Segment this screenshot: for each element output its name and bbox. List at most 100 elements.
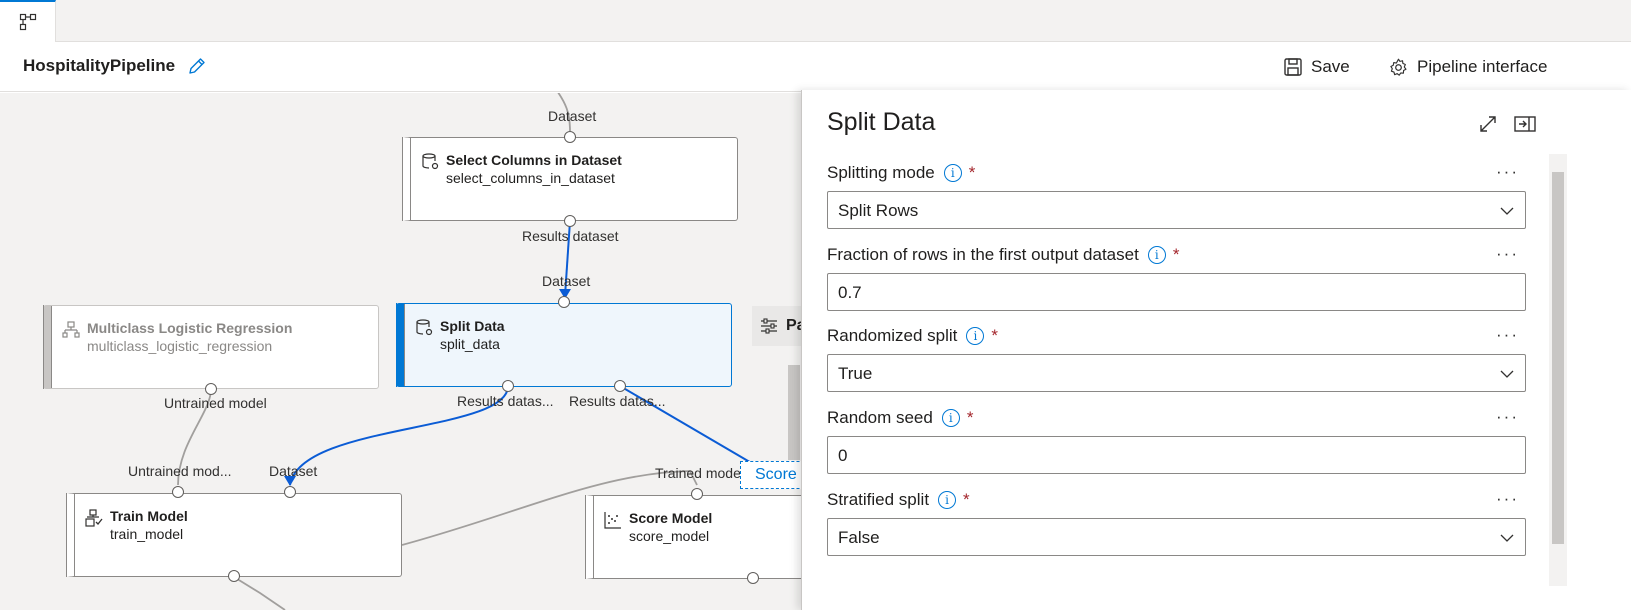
input-port[interactable]: [691, 488, 703, 500]
pipeline-title: HospitalityPipeline: [23, 56, 176, 75]
info-icon[interactable]: i: [1147, 246, 1166, 264]
pipeline-canvas[interactable]: Select Columns in Dataset select_columns…: [0, 93, 833, 610]
input-port[interactable]: [558, 296, 570, 308]
panel-scrollbar[interactable]: [1549, 154, 1567, 586]
train-module-icon: [85, 509, 103, 527]
dataset-module-icon: [422, 153, 439, 170]
randomized-split-label: Randomized split i *: [827, 326, 998, 346]
required-mark: *: [1172, 245, 1180, 264]
sliders-icon: [761, 318, 777, 334]
model-module-icon: [62, 321, 80, 338]
save-icon: [1284, 58, 1302, 76]
gear-icon: [1390, 58, 1407, 76]
output-port[interactable]: [564, 215, 576, 227]
output-port[interactable]: [205, 383, 217, 395]
stratified-split-label: Stratified split i *: [827, 490, 970, 510]
splitting-mode-dropdown[interactable]: Split Rows: [827, 191, 1526, 229]
field-label-text: Randomized split: [827, 326, 958, 345]
info-icon[interactable]: i: [941, 409, 960, 427]
output-port[interactable]: [228, 570, 240, 582]
more-options-button[interactable]: ···: [1496, 489, 1519, 509]
node-title: Select Columns in Dataset: [446, 152, 622, 168]
port-label: Results datas...: [569, 393, 666, 409]
port-label: Dataset: [542, 273, 591, 289]
properties-panel: Split Data Splitting mode i * ··· Split …: [801, 90, 1631, 610]
node-subtitle: score_model: [629, 528, 710, 544]
pipeline-toolbar: HospitalityPipeline Save Pipeline interf…: [0, 42, 1631, 92]
chevron-down-icon: [1500, 370, 1514, 378]
pencil-icon[interactable]: [186, 55, 208, 77]
node-title: Score Model: [629, 510, 713, 526]
required-mark: *: [991, 326, 999, 345]
node-subtitle: train_model: [110, 526, 184, 542]
node-select-columns[interactable]: Select Columns in Dataset select_columns…: [402, 137, 738, 221]
dropdown-value: Split Rows: [838, 201, 919, 220]
pipeline-interface-button[interactable]: Pipeline interface: [1388, 52, 1547, 82]
node-subtitle: select_columns_in_dataset: [446, 170, 615, 186]
fraction-of-rows-input[interactable]: 0.7: [827, 273, 1526, 311]
random-seed-input[interactable]: 0: [827, 436, 1526, 474]
node-subtitle: split_data: [440, 336, 500, 352]
more-options-button[interactable]: ···: [1496, 162, 1519, 182]
pipeline-interface-label: Pipeline interface: [1417, 57, 1548, 76]
required-mark: *: [963, 490, 970, 509]
port-label: Dataset: [269, 463, 318, 479]
output-port[interactable]: [614, 380, 626, 392]
canvas-scroll-region: [788, 365, 800, 460]
dataset-module-icon: [416, 319, 433, 336]
random-seed-label: Random seed i *: [827, 408, 973, 428]
chevron-down-icon: [1500, 534, 1514, 542]
scatter-icon: [604, 512, 621, 529]
input-port[interactable]: [284, 486, 296, 498]
field-label-text: Fraction of rows in the first output dat…: [827, 245, 1139, 264]
more-options-button[interactable]: ···: [1496, 407, 1519, 427]
save-label: Save: [1311, 57, 1350, 76]
info-icon[interactable]: i: [938, 491, 957, 509]
edge-train-out: [233, 576, 286, 610]
field-label-text: Splitting mode: [827, 163, 935, 182]
info-icon[interactable]: i: [943, 164, 962, 182]
dropdown-value: False: [838, 528, 880, 547]
required-mark: *: [968, 163, 976, 182]
port-label: Dataset: [548, 108, 597, 124]
chevron-down-icon: [1500, 207, 1514, 215]
expand-icon[interactable]: [1476, 112, 1500, 136]
more-options-button[interactable]: ···: [1496, 244, 1519, 264]
input-value: 0: [838, 446, 848, 465]
node-title: Split Data: [440, 318, 505, 334]
stratified-split-dropdown[interactable]: False: [827, 518, 1526, 556]
output-port[interactable]: [747, 572, 759, 584]
node-split-data[interactable]: Split Data split_data: [396, 303, 732, 387]
required-mark: *: [966, 408, 974, 427]
field-label-text: Random seed: [827, 408, 933, 427]
collapse-panel-icon[interactable]: [1513, 112, 1537, 136]
more-options-button[interactable]: ···: [1496, 325, 1519, 345]
tab-bar: [0, 0, 1631, 42]
randomized-split-dropdown[interactable]: True: [827, 354, 1526, 392]
input-value: 0.7: [838, 283, 862, 302]
scrollbar-thumb[interactable]: [1552, 172, 1564, 544]
tab-pipeline[interactable]: [0, 0, 56, 42]
node-title: Train Model: [110, 508, 188, 524]
port-label: Results dataset: [522, 228, 619, 244]
port-label: Trained model: [655, 465, 744, 481]
dropdown-value: True: [838, 364, 873, 383]
field-label-text: Stratified split: [827, 490, 930, 509]
save-button[interactable]: Save: [1283, 52, 1350, 82]
node-multiclass-logistic-regression[interactable]: Multiclass Logistic Regression multiclas…: [43, 305, 379, 389]
port-label: Untrained model: [164, 395, 267, 411]
fraction-of-rows-label: Fraction of rows in the first output dat…: [827, 245, 1179, 265]
node-score-model[interactable]: Score Model score_model: [585, 495, 833, 579]
pipeline-icon: [19, 13, 36, 31]
output-port[interactable]: [502, 380, 514, 392]
input-port[interactable]: [564, 131, 576, 143]
panel-title: Split Data: [827, 108, 936, 136]
input-port[interactable]: [172, 486, 184, 498]
node-title: Multiclass Logistic Regression: [87, 320, 293, 336]
port-label: Untrained mod...: [128, 463, 232, 479]
info-icon[interactable]: i: [966, 327, 985, 345]
node-train-model[interactable]: Train Model train_model: [66, 493, 402, 577]
node-subtitle: multiclass_logistic_regression: [87, 338, 273, 354]
splitting-mode-label: Splitting mode i *: [827, 163, 975, 183]
port-label: Results datas...: [457, 393, 554, 409]
